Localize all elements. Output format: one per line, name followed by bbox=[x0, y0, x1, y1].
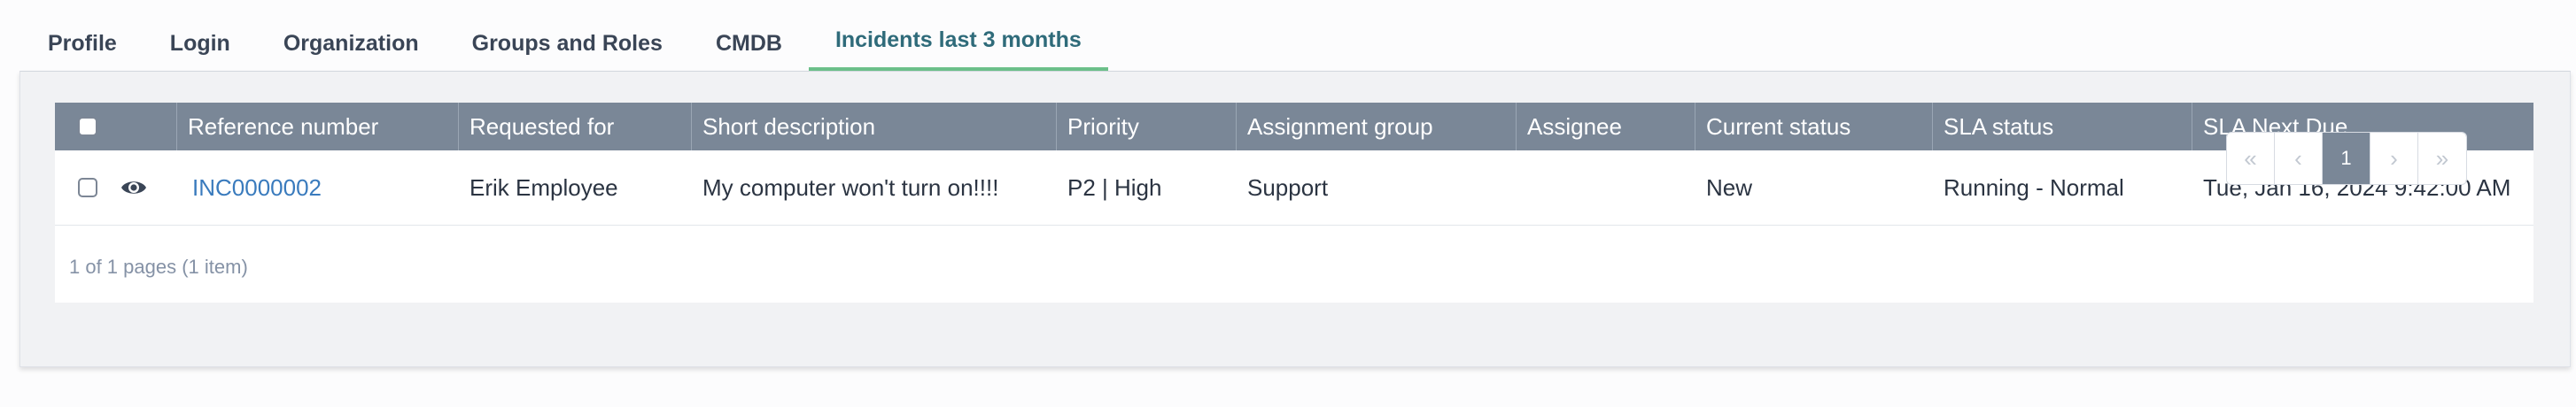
column-header-assignee[interactable]: Assignee bbox=[1517, 103, 1695, 150]
incidents-grid: Reference number Requested for Short des… bbox=[55, 103, 2533, 303]
column-header-short-description[interactable]: Short description bbox=[692, 103, 1057, 150]
column-header-requested-for[interactable]: Requested for bbox=[459, 103, 692, 150]
tab-groups-and-roles[interactable]: Groups and Roles bbox=[446, 16, 689, 71]
header-select-cell bbox=[55, 103, 177, 150]
tab-cmdb[interactable]: CMDB bbox=[689, 16, 809, 71]
previous-page-button[interactable]: ‹ bbox=[2275, 133, 2323, 184]
table-row[interactable]: INC0000002 Erik Employee My computer won… bbox=[55, 150, 2533, 226]
priority-cell: P2 | High bbox=[1067, 174, 1162, 201]
next-page-button[interactable]: › bbox=[2370, 133, 2418, 184]
assignment-group-cell: Support bbox=[1247, 174, 1329, 201]
tab-bar: Profile Login Organization Groups and Ro… bbox=[21, 14, 1108, 71]
assignee-cell bbox=[1517, 150, 1527, 225]
last-page-button[interactable]: » bbox=[2418, 133, 2466, 184]
current-status-cell: New bbox=[1706, 174, 1753, 201]
pagination-info: 1 of 1 pages (1 item) bbox=[69, 256, 248, 278]
column-header-current-status[interactable]: Current status bbox=[1695, 103, 1933, 150]
eye-icon[interactable] bbox=[120, 177, 147, 203]
grid-header-row: Reference number Requested for Short des… bbox=[55, 103, 2533, 150]
requested-for-cell: Erik Employee bbox=[469, 174, 618, 201]
column-header-reference-number[interactable]: Reference number bbox=[177, 103, 459, 150]
row-select-checkbox[interactable] bbox=[78, 178, 97, 197]
pagination-controls: « ‹ 1 › » bbox=[2226, 132, 2467, 185]
column-header-sla-status[interactable]: SLA status bbox=[1933, 103, 2192, 150]
tab-profile[interactable]: Profile bbox=[21, 16, 144, 71]
page-1-button[interactable]: 1 bbox=[2323, 133, 2370, 184]
tab-organization[interactable]: Organization bbox=[257, 16, 446, 71]
first-page-button[interactable]: « bbox=[2227, 133, 2275, 184]
short-description-cell: My computer won't turn on!!!! bbox=[702, 174, 999, 201]
column-header-assignment-group[interactable]: Assignment group bbox=[1237, 103, 1517, 150]
select-all-checkbox[interactable] bbox=[78, 117, 97, 136]
reference-number-link[interactable]: INC0000002 bbox=[182, 150, 322, 225]
sla-status-cell: Running - Normal bbox=[1944, 174, 2124, 201]
column-header-priority[interactable]: Priority bbox=[1057, 103, 1237, 150]
tab-incidents-last-3-months[interactable]: Incidents last 3 months bbox=[808, 12, 1108, 71]
tab-login[interactable]: Login bbox=[144, 16, 257, 71]
